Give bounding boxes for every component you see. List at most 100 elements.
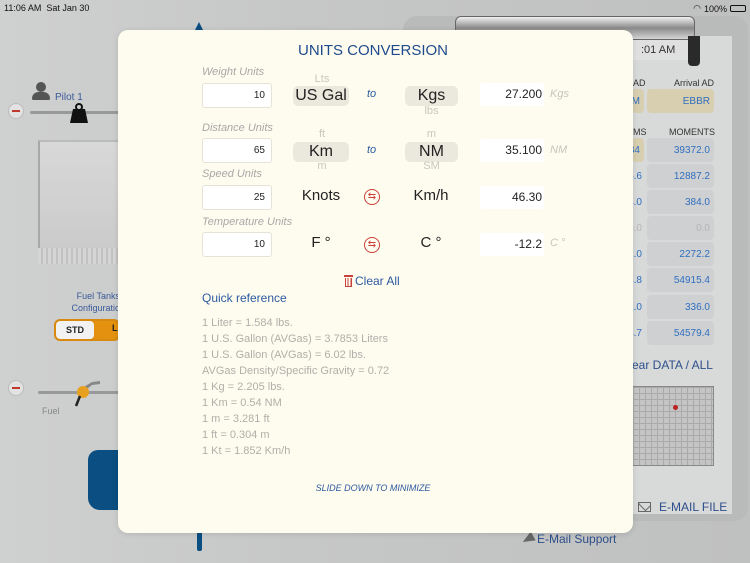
quick-reference-item: 1 ft = 0.304 m	[202, 429, 270, 441]
paper-plane-icon	[520, 531, 536, 547]
distance-from-unit-picker[interactable]: Km	[293, 142, 349, 162]
person-body	[32, 92, 50, 100]
clear-all-button[interactable]: Clear All	[344, 274, 400, 288]
temperature-result: -12.2	[480, 233, 544, 256]
quick-reference-item: 1 Kt = 1.852 Km/h	[202, 445, 291, 457]
units-conversion-modal: UNITS CONVERSION Weight Units 10 Lts US …	[118, 30, 633, 533]
arrival-ad-header: Arrival AD	[674, 78, 715, 88]
distance-from-picker-above: ft	[318, 128, 326, 140]
clear-data-all-button[interactable]: ear DATA / ALL	[632, 358, 713, 372]
moment-cell: 39372.0	[647, 138, 714, 162]
speed-input[interactable]: 25	[202, 185, 272, 210]
slide-down-hint[interactable]: SLIDE DOWN TO MINIMIZE	[118, 483, 628, 493]
quick-reference-item: 1 Kg = 2.205 lbs.	[202, 381, 285, 393]
fuel-nozzle-icon[interactable]	[70, 378, 100, 408]
temperature-units-label: Temperature Units	[202, 216, 293, 228]
quick-reference-title: Quick reference	[202, 291, 287, 305]
cg-point-marker	[673, 405, 678, 410]
status-time: 11:06 AM	[4, 3, 42, 13]
arm-cell: 4.7	[628, 327, 642, 339]
temperature-swap-icon[interactable]: ⇆	[364, 237, 380, 253]
quick-reference-item: AVGas Density/Specific Gravity = 0.72	[202, 365, 390, 377]
battery-icon	[730, 5, 746, 12]
clear-all-label: Clear All	[355, 274, 400, 288]
moment-cell: 54915.4	[647, 268, 714, 292]
arm-cell: 34	[629, 138, 644, 162]
distance-to-unit-picker[interactable]: NM	[405, 142, 458, 162]
segment-std[interactable]: STD	[56, 321, 94, 339]
weight-from-unit-picker[interactable]: US Gal	[293, 86, 349, 106]
arrival-ad-field[interactable]: EBBR	[647, 89, 714, 113]
distance-to-label: to	[367, 144, 377, 156]
modal-title: UNITS CONVERSION	[297, 42, 448, 59]
email-support-link[interactable]: E-Mail Support	[520, 531, 617, 547]
weight-to-unit-picker[interactable]: Kgs	[405, 86, 458, 106]
quick-reference-item: 1 U.S. Gallon (AVGas) = 6.02 lbs.	[202, 349, 366, 361]
distance-units-label: Distance Units	[202, 122, 273, 134]
quick-reference-item: 1 U.S. Gallon (AVGas) = 3.7853 Liters	[202, 333, 388, 345]
weight-to-label: to	[367, 88, 377, 100]
temperature-to-unit[interactable]: C °	[403, 234, 459, 251]
temperature-input[interactable]: 10	[202, 232, 272, 257]
arm-cell: 4.8	[628, 274, 642, 286]
moment-cell: 384.0	[647, 190, 714, 214]
distance-to-picker-below: SM	[423, 160, 440, 172]
arm-cell: 2.0	[628, 248, 642, 260]
moment-cell: 336.0	[647, 295, 714, 319]
clipboard-hinge	[688, 36, 700, 66]
weight-units-label: Weight Units	[202, 66, 265, 78]
speed-to-unit[interactable]: Km/h	[403, 187, 459, 204]
clipboard-time: :01 AM	[633, 40, 689, 60]
weight-input[interactable]: 10	[202, 83, 272, 108]
speed-from-unit[interactable]: Knots	[293, 187, 349, 204]
fuel-tanks-segmented-control: STD LI	[54, 319, 120, 341]
weight-from-picker-above: Lts	[314, 73, 330, 85]
weight-result: 27.200	[480, 83, 544, 106]
distance-from-picker-below: m	[317, 160, 327, 172]
cg-pointer-bottom-icon	[197, 533, 202, 551]
battery-percent: 100%	[703, 3, 727, 14]
status-right: ◠ 100%	[693, 3, 746, 14]
trash-lid	[344, 275, 353, 277]
seat-stripes	[38, 248, 120, 264]
fuel-label: Fuel	[42, 406, 60, 416]
quick-reference-list: 1 Liter = 1.584 lbs. 1 U.S. Gallon (AVGa…	[202, 315, 389, 459]
cg-envelope-graph	[632, 386, 714, 466]
email-file-label: E-MAIL FILE	[659, 500, 728, 514]
weight-body	[70, 109, 88, 123]
pilot-label: Pilot 1	[55, 92, 83, 103]
status-date: Sat Jan 30	[46, 3, 90, 13]
distance-to-picker-above: m	[426, 128, 437, 140]
fuel-tanks-label-line1: Fuel Tanks	[76, 291, 120, 301]
arms-header: MS	[633, 127, 647, 137]
moments-header: MOMENTS	[669, 127, 715, 137]
wifi-icon: ◠	[693, 3, 701, 13]
arm-cell: 0.0	[628, 222, 642, 234]
weight-to-picker-below: lbs	[424, 105, 439, 117]
pilot-minus-button[interactable]	[8, 103, 24, 119]
seat-graphic	[38, 140, 120, 262]
speed-swap-icon[interactable]: ⇆	[364, 189, 380, 205]
arm-cell: 4.0	[628, 196, 642, 208]
arm-cell: 5.6	[628, 170, 642, 182]
quick-reference-item: 1 Liter = 1.584 lbs.	[202, 317, 293, 329]
fuel-minus-button[interactable]	[8, 380, 24, 396]
moment-cell: 12887.2	[647, 164, 714, 188]
departure-ad-field[interactable]: M	[632, 89, 644, 113]
moment-cell: 2272.2	[647, 242, 714, 266]
status-time-date: 11:06 AM Sat Jan 30	[4, 3, 89, 13]
moment-cell: 0.0	[647, 216, 714, 240]
person-head	[36, 82, 46, 92]
temperature-from-unit[interactable]: F °	[293, 234, 349, 251]
quick-reference-item: 1 m = 3.281 ft	[202, 413, 270, 425]
email-file-button[interactable]: E-MAIL FILE	[632, 494, 742, 520]
quick-reference-item: 1 Km = 0.54 NM	[202, 397, 282, 409]
weight-icon[interactable]	[70, 103, 88, 123]
trash-icon	[344, 275, 353, 287]
trash-body	[345, 278, 352, 287]
distance-result-unit: NM	[550, 144, 568, 156]
envelope-icon	[638, 502, 651, 512]
departure-ad-header: AD	[633, 78, 646, 88]
email-support-label: E-Mail Support	[537, 532, 617, 546]
distance-input[interactable]: 65	[202, 138, 272, 163]
